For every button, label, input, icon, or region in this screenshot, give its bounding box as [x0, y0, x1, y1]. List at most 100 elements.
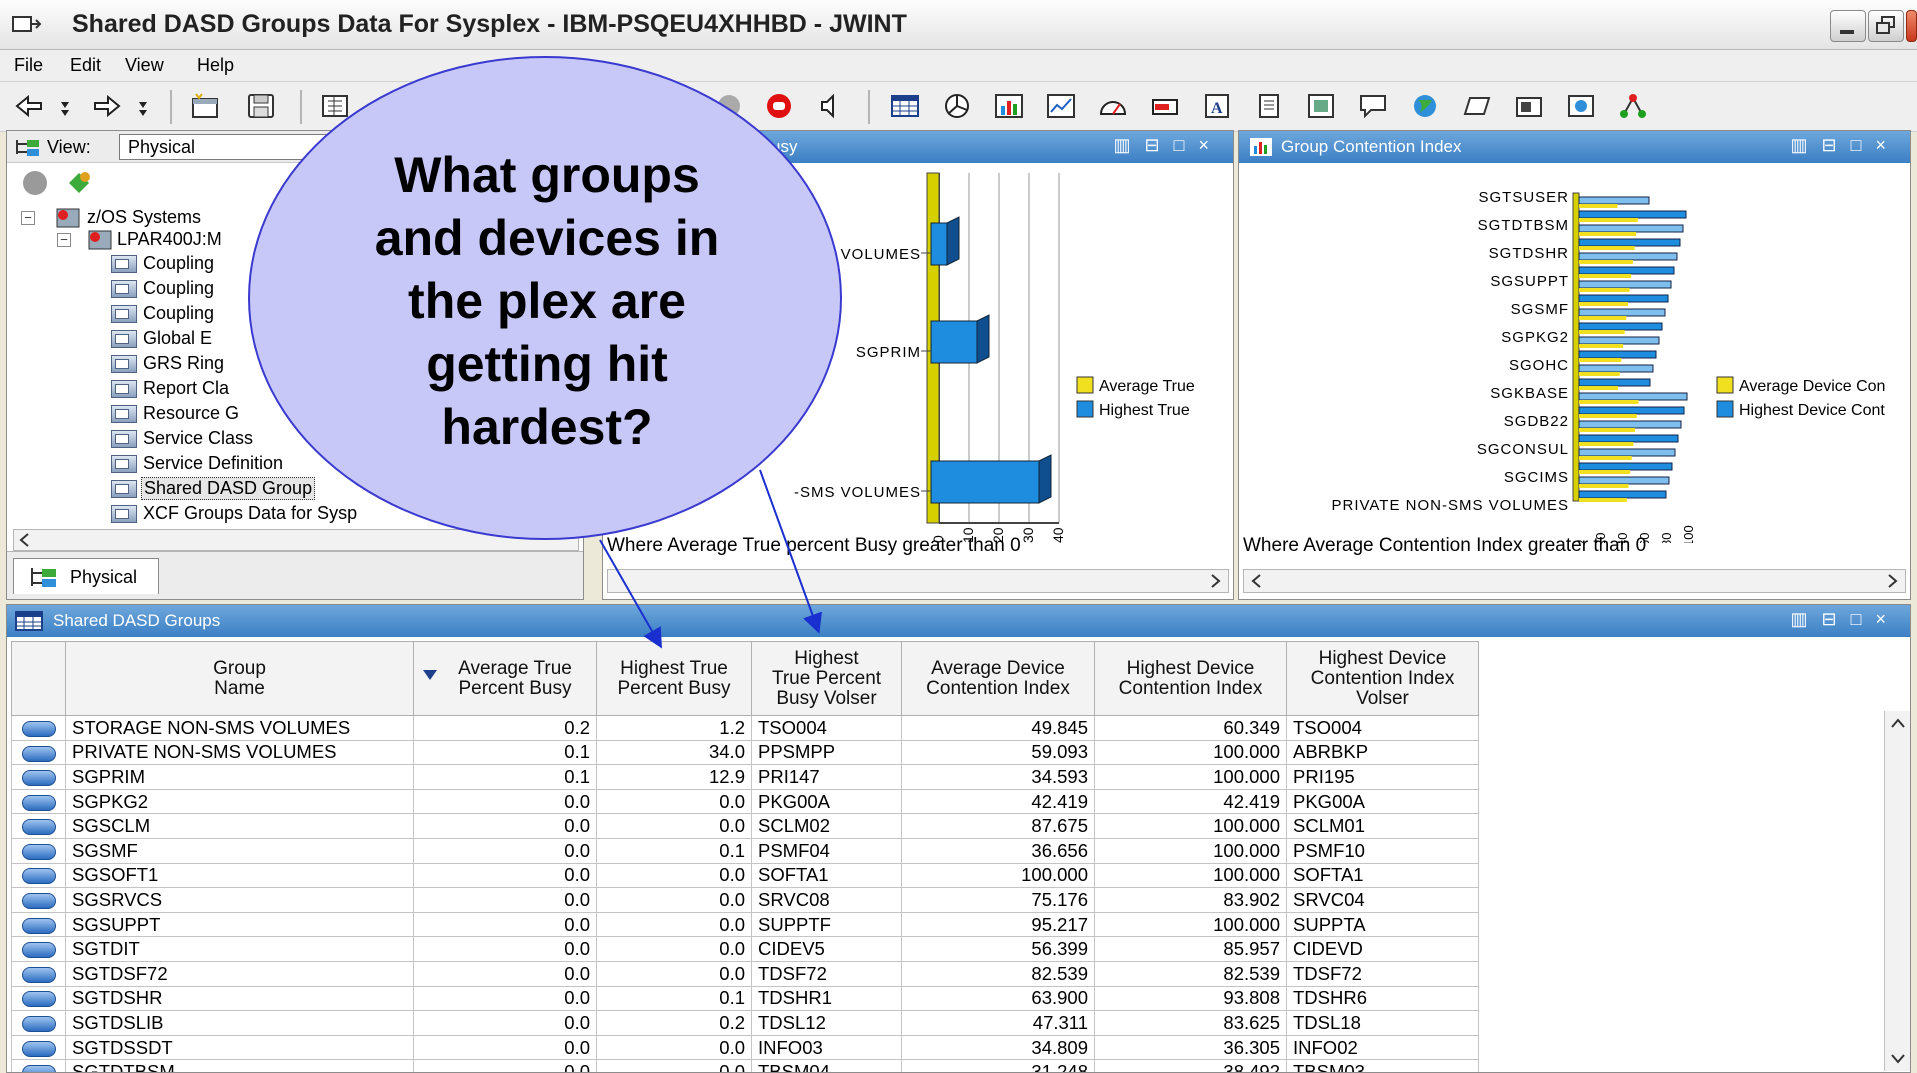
- save-icon[interactable]: [246, 92, 276, 120]
- terminal-icon[interactable]: [1462, 92, 1492, 120]
- table-row[interactable]: SGPRIM 0.1 12.9 PRI147 34.593 100.000 PRI195: [11, 764, 1479, 790]
- row-link-cell[interactable]: [11, 1010, 66, 1036]
- table-row[interactable]: SGTDSSDT 0.0 0.0 INFO03 34.809 36.305 INFO02: [11, 1034, 1479, 1061]
- table-vscrollbar[interactable]: [1884, 711, 1910, 1071]
- menu-help[interactable]: Help: [197, 55, 234, 76]
- scroll-left-icon[interactable]: [1246, 571, 1268, 591]
- stop-icon[interactable]: [764, 92, 794, 120]
- thermometer-icon[interactable]: [1150, 92, 1180, 120]
- link-icon[interactable]: [21, 917, 56, 934]
- menu-view[interactable]: View: [125, 55, 164, 76]
- scroll-up-icon[interactable]: [1889, 715, 1907, 731]
- link-icon[interactable]: [21, 868, 56, 885]
- col-highest-contention-volser[interactable]: Highest Device Contention Index Volser: [1286, 641, 1479, 716]
- gauge-icon[interactable]: [1098, 92, 1128, 120]
- row-link-cell[interactable]: [11, 715, 66, 741]
- row-link-cell[interactable]: [11, 985, 66, 1012]
- table-row[interactable]: SGSUPPT 0.0 0.0 SUPPTF 95.217 100.000 SUPPTA: [11, 911, 1479, 938]
- row-link-cell[interactable]: [11, 911, 66, 938]
- link-icon[interactable]: [21, 843, 56, 860]
- pane-controls[interactable]: ▥⊟□×: [1791, 609, 1900, 630]
- row-link-cell[interactable]: [11, 960, 66, 987]
- browser-icon[interactable]: [1306, 92, 1336, 120]
- notepad-icon[interactable]: [1254, 92, 1284, 120]
- col-group-name[interactable]: Group Name: [65, 641, 414, 716]
- table-row[interactable]: SGSCLM 0.0 0.0 SCLM02 87.675 100.000 SCLM01: [11, 813, 1479, 839]
- scroll-right-icon[interactable]: [1204, 571, 1226, 591]
- new-window-icon[interactable]: [190, 92, 220, 120]
- table-row[interactable]: SGSRVCS 0.0 0.0 SRVC08 75.176 83.902 SRVC04: [11, 887, 1479, 913]
- row-link-cell[interactable]: [11, 813, 66, 839]
- menu-file[interactable]: File: [14, 55, 43, 76]
- pane-controls[interactable]: ▥⊟□×: [1791, 135, 1900, 156]
- table-row[interactable]: SGTDSF72 0.0 0.0 TDSF72 82.539 82.539 TDSF72: [11, 960, 1479, 987]
- row-link-cell[interactable]: [11, 1034, 66, 1061]
- row-link-cell[interactable]: [11, 764, 66, 790]
- message-icon[interactable]: [1358, 92, 1388, 120]
- scroll-left-icon[interactable]: [14, 530, 36, 550]
- table-row[interactable]: SGTDSHR 0.0 0.1 TDSHR1 63.900 93.808 TDSHR6: [11, 985, 1479, 1012]
- link-icon[interactable]: [21, 720, 56, 737]
- stop-update-icon[interactable]: [21, 169, 49, 197]
- row-link-cell[interactable]: [11, 739, 66, 766]
- pie-chart-icon[interactable]: [942, 92, 972, 120]
- link-icon[interactable]: [21, 745, 56, 762]
- collapse-lpar-button[interactable]: −: [57, 233, 71, 247]
- tree-item-service-class[interactable]: Service Class: [143, 428, 253, 449]
- busy-chart-hscrollbar[interactable]: [607, 569, 1229, 593]
- scroll-down-icon[interactable]: [1889, 1051, 1907, 1067]
- link-icon[interactable]: [21, 942, 56, 959]
- col-highest-busy-volser[interactable]: Highest True Percent Busy Volser: [751, 641, 902, 716]
- minimize-button[interactable]: [1830, 10, 1866, 42]
- properties-icon[interactable]: [320, 92, 350, 120]
- collapse-root-button[interactable]: −: [21, 211, 35, 225]
- table-row[interactable]: SGSOFT1 0.0 0.0 SOFTA1 100.000 100.000 SOFTA1: [11, 862, 1479, 889]
- table-row[interactable]: SGPKG2 0.0 0.0 PKG00A 42.419 42.419 PKG00A: [11, 788, 1479, 815]
- col-highest-device-contention-index[interactable]: Highest Device Contention Index: [1094, 641, 1287, 716]
- table-row[interactable]: SGSMF 0.0 0.1 PSMF04 36.656 100.000 PSMF10: [11, 837, 1479, 864]
- tree-item-lpar[interactable]: LPAR400J:M: [117, 229, 222, 250]
- row-link-cell[interactable]: [11, 936, 66, 962]
- globe-icon[interactable]: [1410, 92, 1440, 120]
- topology-icon[interactable]: [1618, 92, 1648, 120]
- bar-chart-icon[interactable]: [994, 92, 1024, 120]
- row-link-cell[interactable]: [11, 837, 66, 864]
- pane-controls[interactable]: ▥⊟□×: [1114, 135, 1223, 156]
- tree-item-coupling-1[interactable]: Coupling: [143, 253, 214, 274]
- col-average-device-contention-index[interactable]: Average Device Contention Index: [901, 641, 1095, 716]
- tree-item-coupling-3[interactable]: Coupling: [143, 303, 214, 324]
- link-icon[interactable]: [21, 991, 56, 1008]
- tree-item-report-class[interactable]: Report Cla: [143, 378, 229, 399]
- tree-item-shared-dasd-groups[interactable]: Shared DASD Group: [141, 477, 316, 500]
- link-icon[interactable]: [21, 770, 56, 787]
- tree-item-zos-systems[interactable]: z/OS Systems: [87, 207, 201, 228]
- link-icon[interactable]: [21, 1065, 56, 1072]
- table-row[interactable]: SGTDTBSM 0.0 0.0 TBSM04 31.248 38.492 TBSM03: [11, 1059, 1479, 1072]
- tree-item-grs-ring[interactable]: GRS Ring: [143, 353, 224, 374]
- link-icon[interactable]: [21, 893, 56, 910]
- scroll-right-icon[interactable]: [1881, 571, 1903, 591]
- console-icon[interactable]: [1514, 92, 1544, 120]
- col-average-true-percent-busy[interactable]: Average True Percent Busy: [413, 641, 597, 716]
- table-row[interactable]: SGTDSLIB 0.0 0.2 TDSL12 47.311 83.625 TDSL18: [11, 1010, 1479, 1036]
- text-view-icon[interactable]: A: [1202, 92, 1232, 120]
- menu-edit[interactable]: Edit: [70, 55, 101, 76]
- link-icon[interactable]: [21, 794, 56, 811]
- tree-item-xcf-groups[interactable]: XCF Groups Data for Sysp: [143, 503, 357, 524]
- link-icon[interactable]: [21, 1016, 56, 1033]
- workspace-icon[interactable]: [1566, 92, 1596, 120]
- row-link-cell[interactable]: [11, 887, 66, 913]
- link-icon[interactable]: [21, 1040, 56, 1057]
- contention-chart-hscrollbar[interactable]: [1243, 569, 1906, 593]
- tree-item-global[interactable]: Global E: [143, 328, 212, 349]
- sound-icon[interactable]: [816, 92, 846, 120]
- back-arrow-icon[interactable]: [14, 92, 44, 120]
- table-row[interactable]: PRIVATE NON-SMS VOLUMES 0.1 34.0 PPSMPP 59.0…: [11, 739, 1479, 766]
- row-link-cell[interactable]: [11, 788, 66, 815]
- restore-button[interactable]: [1868, 10, 1904, 42]
- row-link-cell[interactable]: [11, 862, 66, 889]
- forward-arrow-icon[interactable]: [92, 92, 122, 120]
- tab-physical[interactable]: Physical: [13, 558, 159, 594]
- back-dropdown-icon[interactable]: [58, 92, 72, 120]
- table-view-icon[interactable]: [890, 92, 920, 120]
